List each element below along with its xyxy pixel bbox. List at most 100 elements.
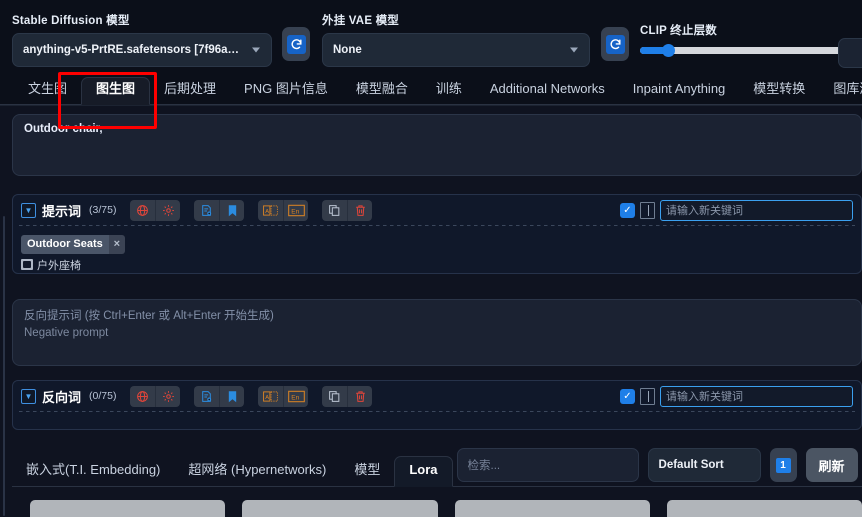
extra-networks-controls: 检索... Default Sort 1 刷新 — [456, 448, 858, 486]
sd-model-value: anything-v5-PrtRE.safetensors [7f96a1a9c… — [23, 44, 261, 56]
lora-card[interactable] — [30, 500, 226, 517]
negative-icon-group-1 — [130, 385, 181, 407]
document-settings-icon[interactable] — [194, 200, 219, 221]
svg-text:En: En — [291, 394, 299, 401]
translate-ab-icon[interactable]: A — [258, 200, 283, 221]
svg-text:A: A — [266, 208, 270, 214]
translate-ab-icon[interactable]: A — [258, 386, 283, 407]
tab-txt2img[interactable]: 文生图 — [14, 78, 81, 104]
tab-checkpoint-merger[interactable]: 模型融合 — [342, 78, 422, 104]
sd-model-group: Stable Diffusion 模型 anything-v5-PrtRE.sa… — [12, 12, 272, 67]
positive-icon-group-2 — [194, 199, 245, 221]
vertical-scrollbar[interactable] — [3, 216, 5, 516]
refresh-icon — [286, 34, 306, 54]
vae-model-label: 外挂 VAE 模型 — [322, 15, 399, 27]
english-language-icon[interactable]: En — [283, 199, 308, 221]
tab-img2img[interactable]: 图生图 — [81, 77, 151, 105]
lora-card[interactable] — [666, 500, 862, 517]
top-bar: Stable Diffusion 模型 anything-v5-PrtRE.sa… — [0, 0, 862, 70]
positive-header-right-controls: ✓ 请输入新关键词 — [620, 199, 855, 221]
negative-header-right-controls: ✓ 请输入新关键词 — [620, 385, 855, 407]
tab-image-browser[interactable]: 图库浏览器 — [819, 78, 862, 104]
text-cursor-icon[interactable] — [640, 387, 655, 405]
tab-extras[interactable]: 后期处理 — [150, 78, 230, 104]
clip-skip-slider-thumb[interactable] — [662, 44, 675, 57]
prompt-textarea[interactable]: Outdoor chair, — [12, 114, 862, 176]
tab-png-info[interactable]: PNG 图片信息 — [230, 78, 342, 104]
sd-model-label: Stable Diffusion 模型 — [12, 15, 130, 27]
negative-icon-group-3: A En — [258, 385, 309, 407]
sort-dropdown[interactable]: Default Sort — [647, 448, 761, 482]
refresh-button[interactable]: 刷新 — [805, 448, 858, 482]
refresh-icon — [605, 34, 625, 54]
tab-train[interactable]: 训练 — [422, 78, 476, 104]
globe-icon[interactable] — [130, 200, 155, 221]
lora-card[interactable] — [454, 500, 650, 517]
sd-model-dropdown[interactable]: anything-v5-PrtRE.safetensors [7f96a1a9c… — [12, 33, 272, 67]
vae-model-dropdown[interactable]: None — [322, 33, 590, 67]
negative-divider — [19, 411, 855, 412]
negative-prompt-textarea[interactable]: 反向提示词 (按 Ctrl+Enter 或 Alt+Enter 开始生成) Ne… — [12, 299, 862, 366]
tab-checkpoints[interactable]: 模型 — [340, 457, 394, 486]
clip-skip-number-input[interactable] — [838, 38, 862, 68]
search-input[interactable]: 检索... — [456, 448, 639, 482]
lora-card-grid — [30, 500, 862, 517]
clip-skip-label: CLIP 终止层数 — [640, 25, 717, 37]
globe-icon[interactable] — [130, 386, 155, 407]
copy-icon[interactable] — [322, 386, 347, 407]
english-language-icon[interactable]: En — [283, 385, 308, 407]
positive-section-title: 提示词 — [42, 203, 82, 219]
negative-section-header: ▼ 反向词 (0/75) A En ✓ 请输入新关键词 — [13, 381, 861, 411]
close-icon[interactable]: × — [108, 234, 125, 254]
sort-direction-button[interactable]: 1 — [769, 448, 797, 482]
delete-icon[interactable] — [347, 199, 372, 221]
new-keyword-input[interactable]: 请输入新关键词 — [660, 199, 853, 221]
gear-icon[interactable] — [155, 199, 180, 221]
positive-token-count: (3/75) — [89, 204, 117, 216]
text-cursor-icon[interactable] — [640, 201, 655, 219]
sd-model-refresh-button[interactable] — [282, 27, 310, 61]
new-keyword-input[interactable]: 请输入新关键词 — [660, 385, 853, 407]
enable-keyword-checkbox[interactable]: ✓ — [620, 388, 635, 404]
positive-icon-group-3: A En — [258, 199, 309, 221]
tab-hypernetworks[interactable]: 超网络 (Hypernetworks) — [174, 457, 340, 486]
tab-model-converter[interactable]: 模型转换 — [739, 78, 819, 104]
negative-prompt-placeholder-line2: Negative prompt — [24, 327, 109, 340]
sort-dropdown-value: Default Sort — [658, 459, 724, 471]
document-settings-icon[interactable] — [194, 386, 219, 407]
clip-skip-group: CLIP 终止层数 — [640, 22, 862, 68]
copy-icon[interactable] — [322, 200, 347, 221]
enable-keyword-checkbox[interactable]: ✓ — [620, 202, 635, 218]
positive-tag-list: Outdoor Seats × 户外座椅 — [13, 226, 861, 279]
lora-card[interactable] — [242, 500, 438, 517]
clip-skip-slider[interactable] — [640, 44, 852, 57]
tab-inpaint-anything[interactable]: Inpaint Anything — [619, 78, 740, 104]
svg-text:A: A — [266, 394, 270, 400]
extra-networks-tab-bar: 嵌入式(T.I. Embedding) 超网络 (Hypernetworks) … — [12, 441, 862, 487]
positive-tag-section: ▼ 提示词 (3/75) A En ✓ 请输入新关键词 Outdoor Seat… — [12, 194, 862, 274]
tab-textual-inversion[interactable]: 嵌入式(T.I. Embedding) — [12, 457, 174, 486]
negative-icon-group-4 — [322, 385, 373, 407]
vae-model-value: None — [333, 44, 362, 56]
positive-icon-group-1 — [130, 199, 181, 221]
delete-icon[interactable] — [347, 385, 372, 407]
negative-icon-group-2 — [194, 385, 245, 407]
tag-translation-text: 户外座椅 — [37, 259, 81, 272]
tag-chip[interactable]: Outdoor Seats × — [21, 234, 125, 254]
tab-lora[interactable]: Lora — [394, 456, 453, 487]
svg-text:En: En — [291, 208, 299, 215]
positive-section-header: ▼ 提示词 (3/75) A En ✓ 请输入新关键词 — [13, 195, 861, 225]
chevron-down-icon — [252, 47, 260, 53]
vae-refresh-button[interactable] — [601, 27, 629, 61]
collapse-toggle-icon[interactable]: ▼ — [21, 388, 36, 404]
collapse-toggle-icon[interactable]: ▼ — [21, 202, 36, 218]
main-tab-bar: 文生图 图生图 后期处理 PNG 图片信息 模型融合 训练 Additional… — [0, 72, 862, 105]
chevron-down-icon — [570, 47, 578, 53]
sort-direction-icon: 1 — [775, 457, 791, 473]
bookmark-icon[interactable] — [219, 385, 244, 407]
bookmark-icon[interactable] — [219, 199, 244, 221]
negative-prompt-placeholder-line1: 反向提示词 (按 Ctrl+Enter 或 Alt+Enter 开始生成) — [24, 310, 274, 322]
negative-tag-section: ▼ 反向词 (0/75) A En ✓ 请输入新关键词 — [12, 380, 862, 430]
gear-icon[interactable] — [155, 385, 180, 407]
tab-additional-networks[interactable]: Additional Networks — [476, 78, 619, 104]
